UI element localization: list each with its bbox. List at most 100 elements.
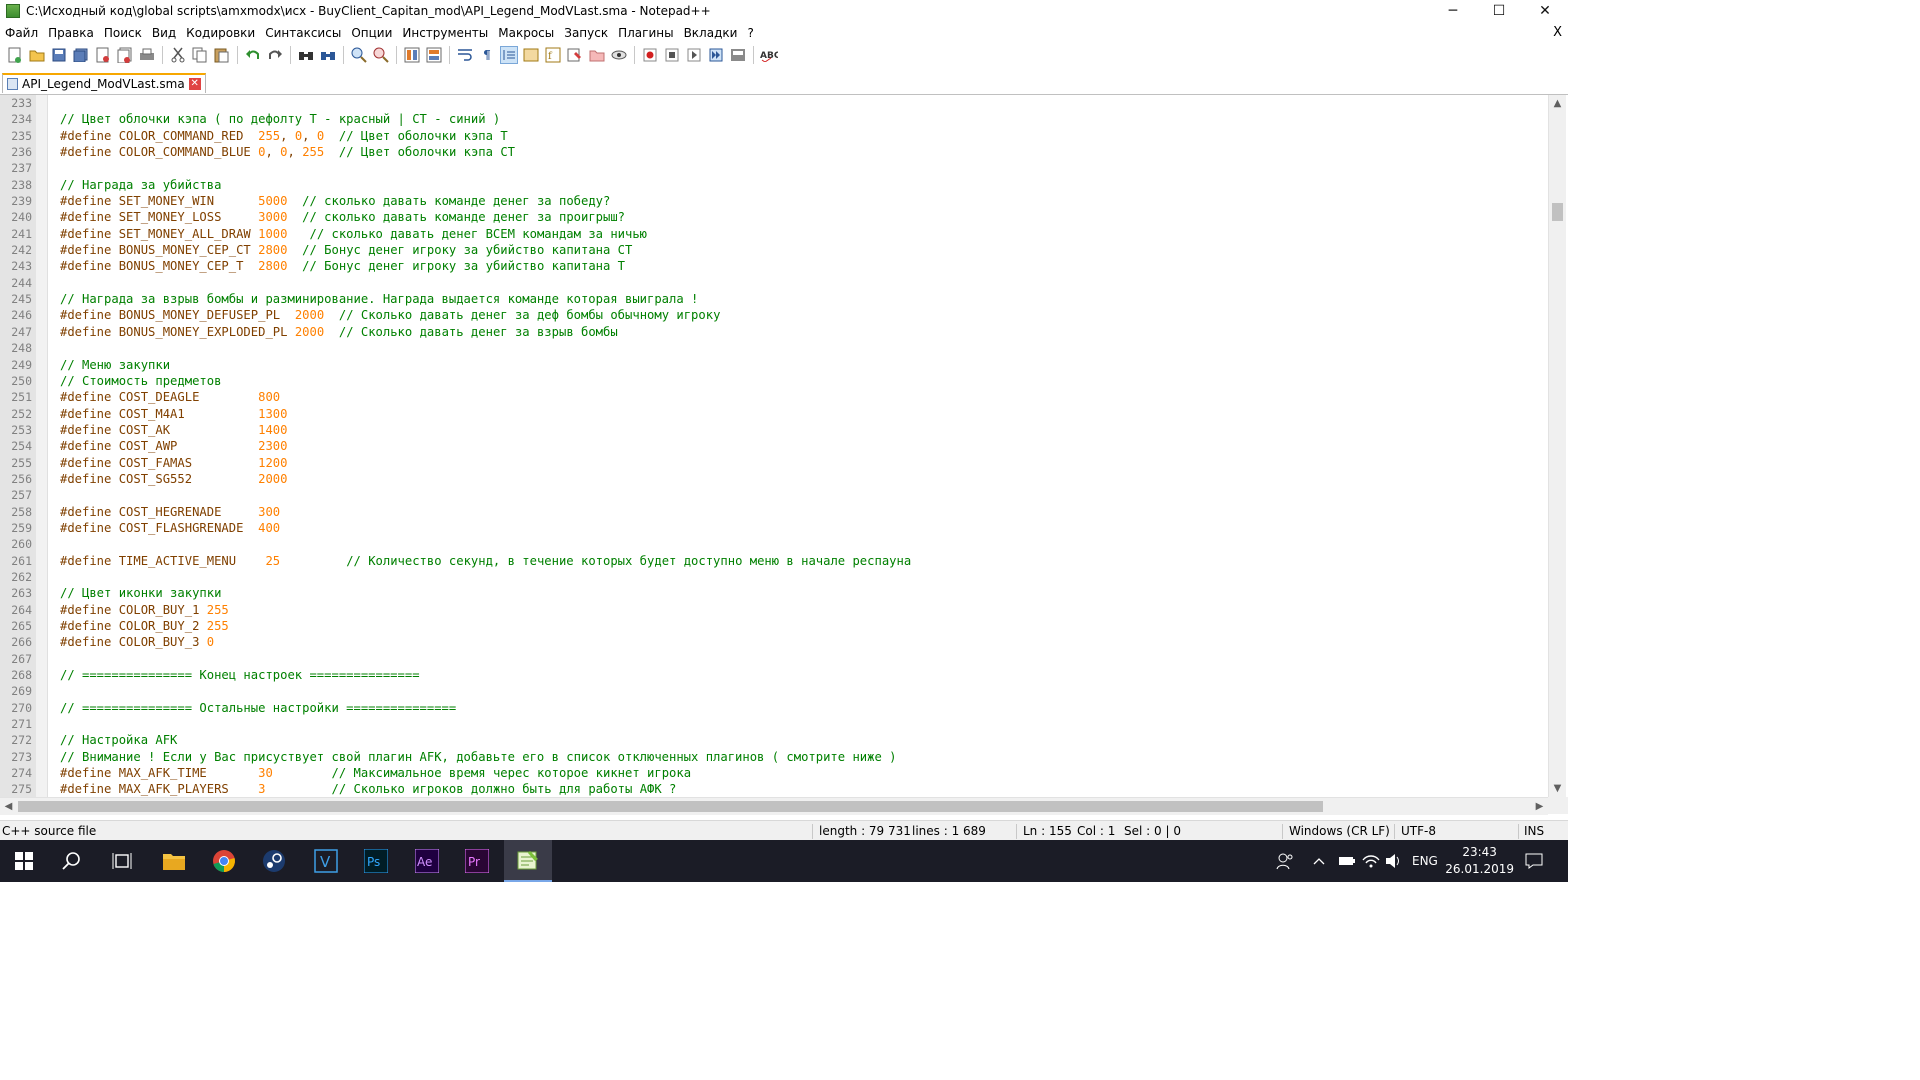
open-file-icon[interactable]: [28, 46, 46, 64]
code-line[interactable]: 235 #define COLOR_COMMAND_RED 255, 0, 0 /…: [0, 128, 1548, 144]
volume-icon[interactable]: [1385, 840, 1403, 882]
save-macro-icon[interactable]: [729, 46, 747, 64]
code-line[interactable]: 240 #define SET_MONEY_LOSS 3000 // скольк…: [0, 209, 1548, 225]
menu-tools[interactable]: Инструменты: [397, 23, 493, 43]
language-indicator[interactable]: ENG: [1412, 840, 1438, 882]
record-macro-icon[interactable]: [641, 46, 659, 64]
zoom-in-icon[interactable]: [350, 46, 368, 64]
print-icon[interactable]: [138, 46, 156, 64]
code-line[interactable]: 262: [0, 569, 1548, 585]
menu-view[interactable]: Вид: [147, 23, 181, 43]
code-line[interactable]: 264 #define COLOR_BUY_1 255: [0, 602, 1548, 618]
document-map-icon[interactable]: [522, 46, 540, 64]
action-center-icon[interactable]: [1525, 840, 1543, 882]
menu-help[interactable]: ?: [742, 23, 758, 43]
menu-search[interactable]: Поиск: [99, 23, 147, 43]
save-all-icon[interactable]: [72, 46, 90, 64]
show-all-chars-icon[interactable]: ¶: [478, 46, 496, 64]
code-line[interactable]: 259 #define COST_FLASHGRENADE 400: [0, 520, 1548, 536]
code-line[interactable]: 267: [0, 651, 1548, 667]
wifi-icon[interactable]: [1362, 840, 1380, 882]
code-line[interactable]: 260: [0, 536, 1548, 552]
run-macro-multiple-icon[interactable]: [707, 46, 725, 64]
replace-icon[interactable]: [319, 46, 337, 64]
code-line[interactable]: 268 // =============== Конец настроек ===…: [0, 667, 1548, 683]
undo-icon[interactable]: [244, 46, 262, 64]
menu-edit[interactable]: Правка: [43, 23, 99, 43]
scroll-down-icon[interactable]: ▼: [1549, 780, 1566, 797]
monitoring-icon[interactable]: [610, 46, 628, 64]
sync-vertical-icon[interactable]: [403, 46, 421, 64]
word-wrap-icon[interactable]: [456, 46, 474, 64]
code-line[interactable]: 254 #define COST_AWP 2300: [0, 438, 1548, 454]
new-file-icon[interactable]: [6, 46, 24, 64]
code-line[interactable]: 247 #define BONUS_MONEY_EXPLODED_PL 2000 …: [0, 324, 1548, 340]
steam-icon[interactable]: [250, 840, 298, 882]
file-explorer-icon[interactable]: [150, 840, 198, 882]
photoshop-icon[interactable]: Ps: [352, 840, 400, 882]
code-line[interactable]: 255 #define COST_FAMAS 1200: [0, 455, 1548, 471]
after-effects-icon[interactable]: Ae: [403, 840, 451, 882]
copy-icon[interactable]: [191, 46, 209, 64]
code-line[interactable]: 274 #define MAX_AFK_TIME 30 // Максимальн…: [0, 765, 1548, 781]
task-view-icon[interactable]: [98, 840, 146, 882]
stop-macro-icon[interactable]: [663, 46, 681, 64]
code-line[interactable]: 238 // Награда за убийства: [0, 177, 1548, 193]
code-line[interactable]: 243 #define BONUS_MONEY_CEP_T 2800 // Бон…: [0, 258, 1548, 274]
close-document-button[interactable]: X: [1553, 23, 1562, 43]
code-line[interactable]: 250 // Стоимость предметов: [0, 373, 1548, 389]
vertical-scrollbar[interactable]: ▲ ▼: [1548, 95, 1566, 797]
close-all-icon[interactable]: [116, 46, 134, 64]
people-icon[interactable]: [1276, 840, 1294, 882]
code-line[interactable]: 251 #define COST_DEAGLE 800: [0, 389, 1548, 405]
code-line[interactable]: 252 #define COST_M4A1 1300: [0, 406, 1548, 422]
chrome-icon[interactable]: [200, 840, 248, 882]
code-line[interactable]: 237: [0, 160, 1548, 176]
tab-api-legend[interactable]: API_Legend_ModVLast.sma ✕: [2, 73, 206, 93]
code-line[interactable]: 258 #define COST_HEGRENADE 300: [0, 504, 1548, 520]
premiere-icon[interactable]: Pr: [453, 840, 501, 882]
close-icon[interactable]: [94, 46, 112, 64]
code-line[interactable]: 233: [0, 95, 1548, 111]
code-editor[interactable]: 233 234 // Цвет облочки кэпа ( по дефолту …: [0, 95, 1548, 797]
code-line[interactable]: 261 #define TIME_ACTIVE_MENU 25 // Количе…: [0, 553, 1548, 569]
code-line[interactable]: 257: [0, 487, 1548, 503]
code-line[interactable]: 263 // Цвет иконки закупки: [0, 585, 1548, 601]
minimize-button[interactable]: ─: [1430, 0, 1476, 22]
menu-encoding[interactable]: Кодировки: [181, 23, 260, 43]
code-line[interactable]: 265 #define COLOR_BUY_2 255: [0, 618, 1548, 634]
menu-file[interactable]: Файл: [0, 23, 43, 43]
menu-settings[interactable]: Опции: [346, 23, 397, 43]
scroll-left-icon[interactable]: ◀: [0, 798, 17, 815]
code-line[interactable]: 253 #define COST_AK 1400: [0, 422, 1548, 438]
sync-horizontal-icon[interactable]: [425, 46, 443, 64]
start-icon[interactable]: [0, 840, 48, 882]
show-hidden-icons-icon[interactable]: [1313, 840, 1325, 882]
vertical-scroll-thumb[interactable]: [1552, 203, 1563, 221]
spellcheck-icon[interactable]: ABC: [760, 46, 778, 64]
code-line[interactable]: 271: [0, 716, 1548, 732]
cut-icon[interactable]: [169, 46, 187, 64]
code-line[interactable]: 236 #define COLOR_COMMAND_BLUE 0, 0, 255 …: [0, 144, 1548, 160]
folder-as-workspace-icon[interactable]: [588, 46, 606, 64]
menu-run[interactable]: Запуск: [559, 23, 613, 43]
code-line[interactable]: 248: [0, 340, 1548, 356]
code-line[interactable]: 273 // Внимание ! Если у Вас присуствует …: [0, 749, 1548, 765]
play-macro-icon[interactable]: [685, 46, 703, 64]
code-line[interactable]: 275 #define MAX_AFK_PLAYERS 3 // Сколько …: [0, 781, 1548, 797]
menu-plugins[interactable]: Плагины: [613, 23, 678, 43]
function-list-icon[interactable]: f: [544, 46, 562, 64]
code-line[interactable]: 249 // Меню закупки: [0, 357, 1548, 373]
zoom-out-icon[interactable]: [372, 46, 390, 64]
maximize-button[interactable]: ☐: [1476, 0, 1522, 22]
notepadpp-icon[interactable]: [504, 840, 552, 882]
menu-macro[interactable]: Макросы: [493, 23, 559, 43]
tab-close-icon[interactable]: ✕: [188, 78, 201, 90]
close-button[interactable]: ✕: [1522, 0, 1568, 22]
code-line[interactable]: 244: [0, 275, 1548, 291]
code-line[interactable]: 270 // =============== Остальные настройк…: [0, 700, 1548, 716]
horizontal-scrollbar[interactable]: ◀ ▶: [0, 797, 1548, 815]
horizontal-scroll-thumb[interactable]: [18, 801, 1323, 812]
search-icon[interactable]: [48, 840, 96, 882]
paste-icon[interactable]: [213, 46, 231, 64]
